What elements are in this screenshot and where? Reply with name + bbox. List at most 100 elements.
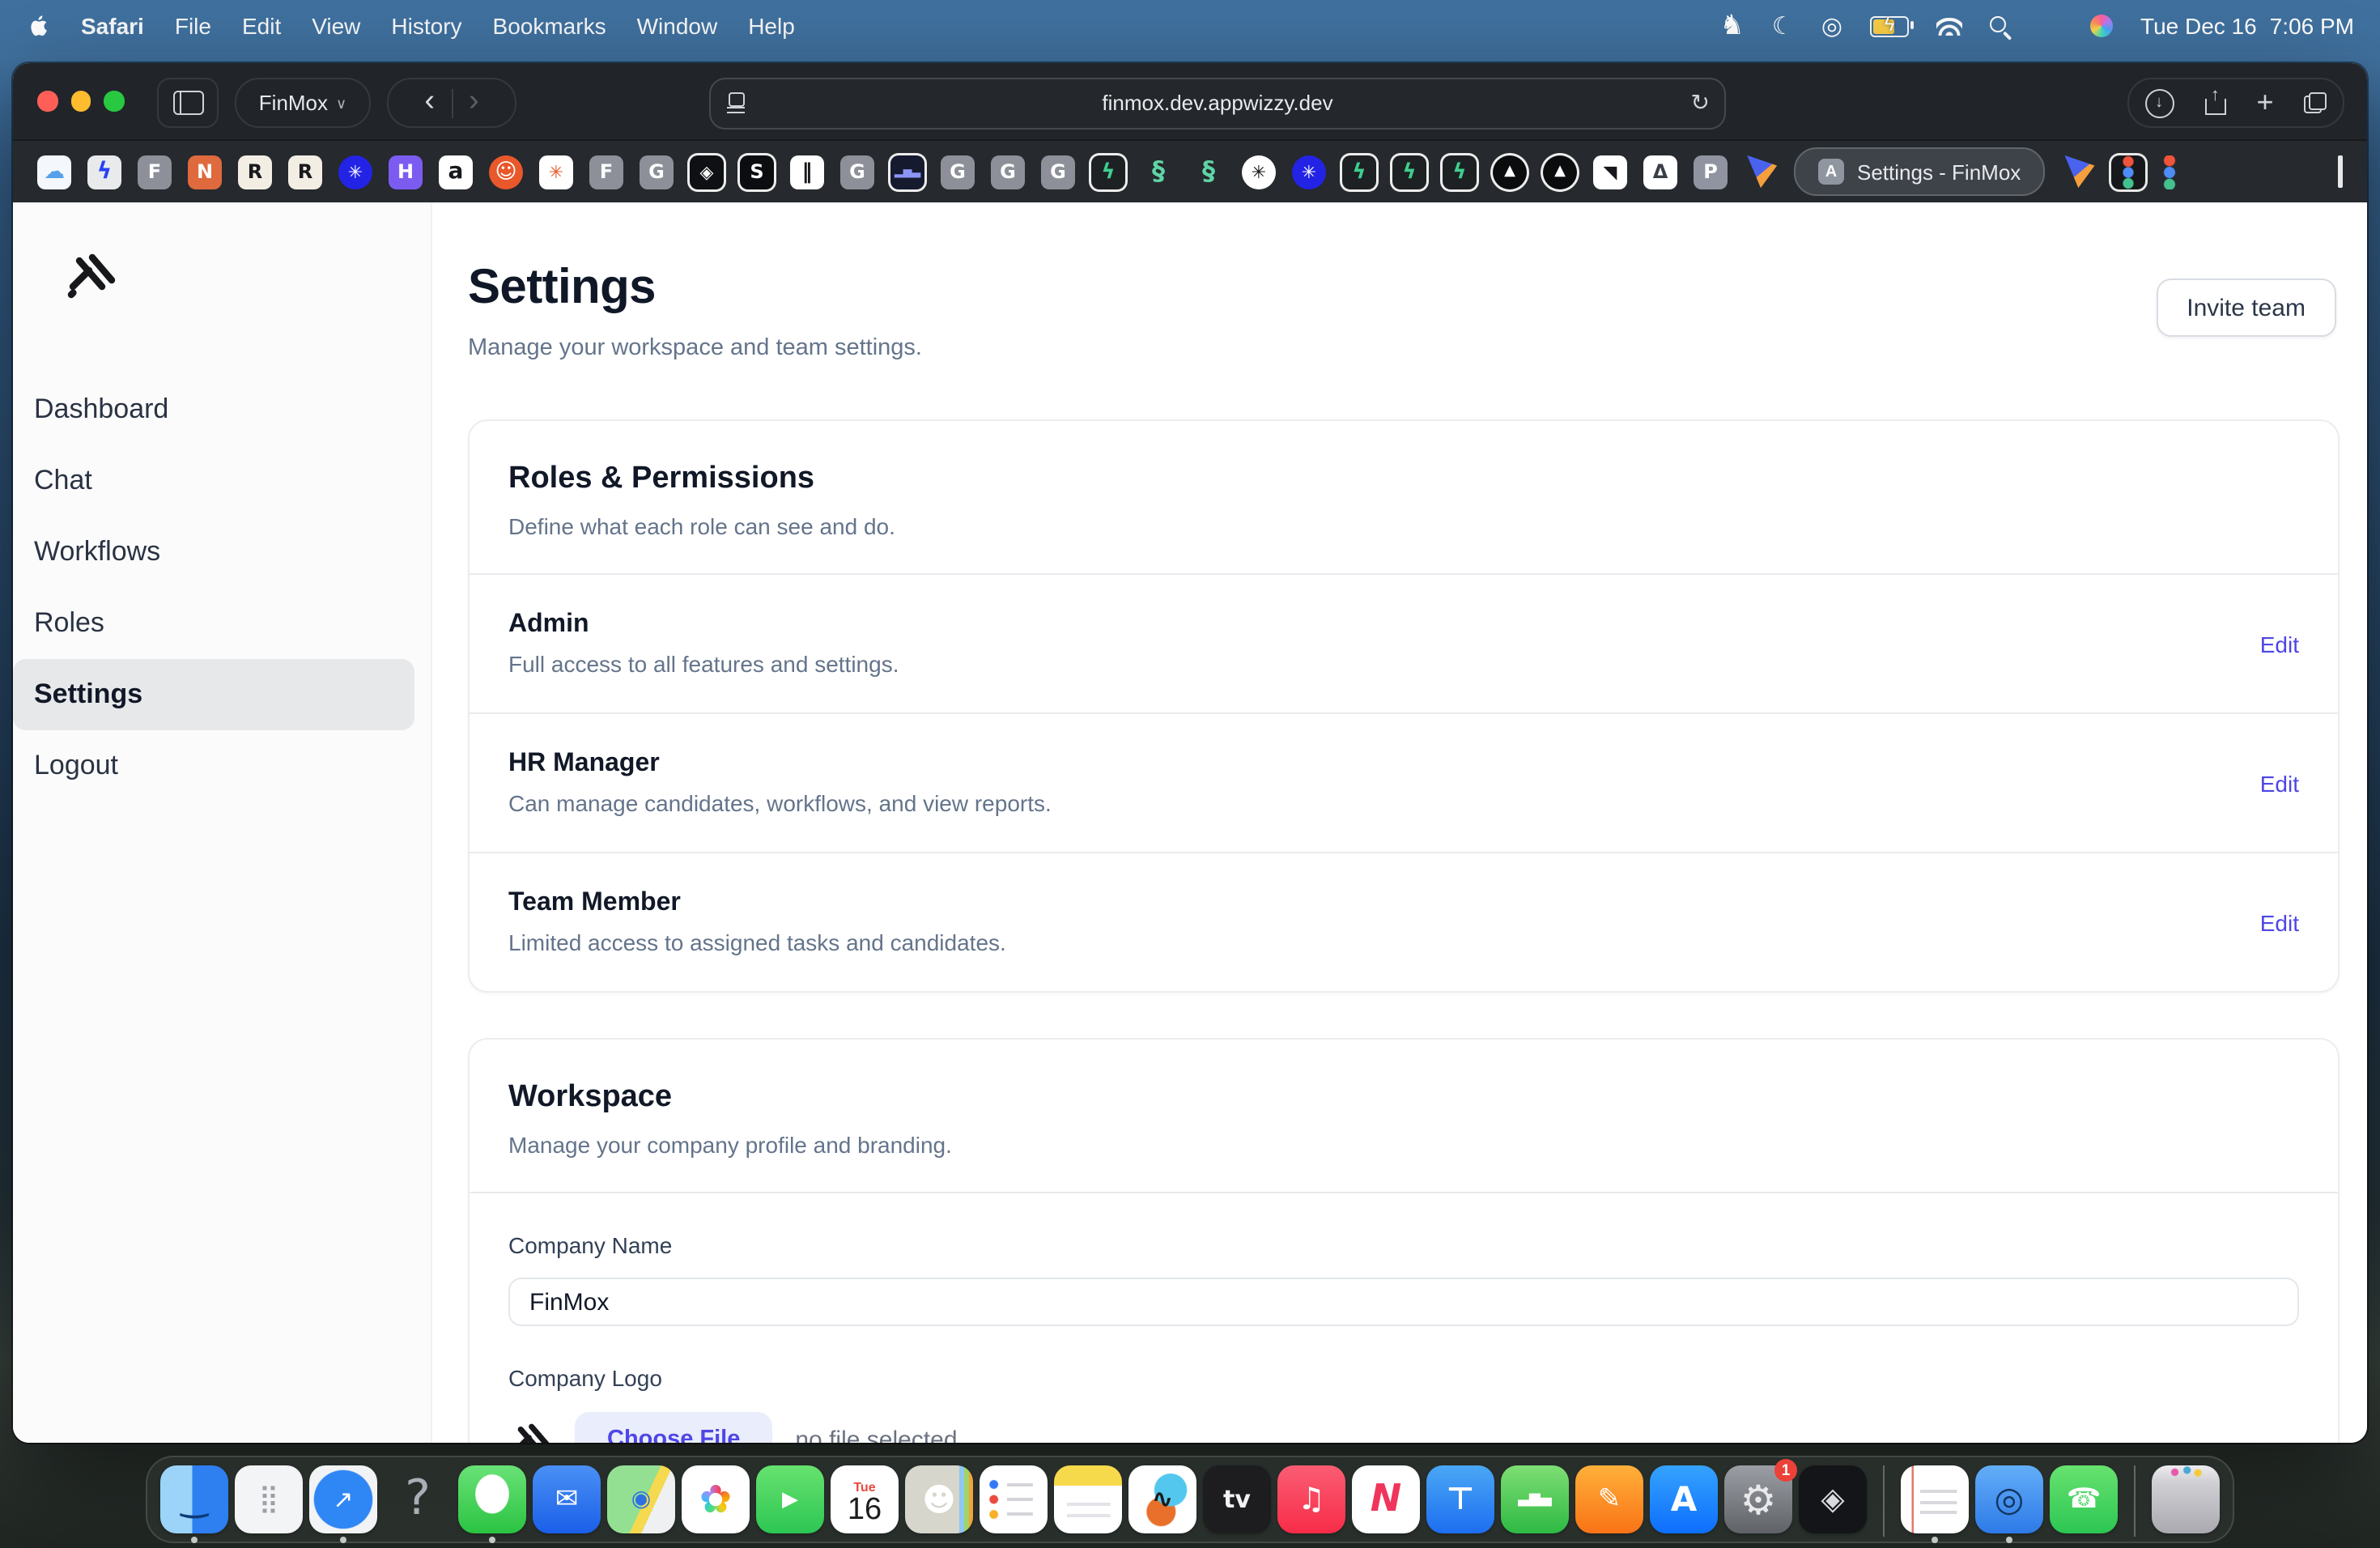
dock-news-icon[interactable]: N xyxy=(1352,1465,1420,1533)
airdrop-icon[interactable]: ◎ xyxy=(1821,11,1842,40)
bookmark-appwizzy-icon[interactable] xyxy=(1744,155,1778,189)
edit-role-link[interactable]: Edit xyxy=(2260,909,2299,935)
menu-item-file[interactable]: File xyxy=(175,13,211,39)
bookmark-f-gray-icon[interactable]: F xyxy=(589,155,623,189)
bookmark-g-gray-icon[interactable]: G xyxy=(640,155,674,189)
page-settings-icon[interactable] xyxy=(727,92,745,113)
reload-icon[interactable]: ↻ xyxy=(1691,89,1710,117)
dock-numbers-icon[interactable]: ▃▆▄ xyxy=(1501,1465,1569,1533)
dock-keynote-icon[interactable]: ⊤ xyxy=(1426,1465,1494,1533)
bookmark-chatgpt-green-icon[interactable]: § xyxy=(1192,155,1226,189)
bookmark-vercel-icon[interactable]: ▲ xyxy=(1543,155,1577,189)
dock-mail-icon[interactable]: ✉ xyxy=(533,1465,601,1533)
dock-freeform-icon[interactable]: ∿ xyxy=(1128,1465,1196,1533)
apple-menu-icon[interactable] xyxy=(26,12,50,40)
dock-photo-booth-icon[interactable]: ◎ xyxy=(1975,1465,2043,1533)
bookmark-chatgpt-green-icon[interactable]: § xyxy=(1141,155,1175,189)
clipped-bookmark-icon[interactable] xyxy=(2338,155,2343,188)
bookmark-sailboat-icon[interactable]: Δ xyxy=(1643,155,1677,189)
bookmark-figma-icon[interactable] xyxy=(2111,155,2145,189)
bookmark-openai-blue-icon[interactable]: ✳ xyxy=(338,155,372,189)
dock-maps-icon[interactable]: ◉ xyxy=(607,1465,675,1533)
bookmark-vercel-icon[interactable]: ▲ xyxy=(1493,155,1527,189)
downloads-button[interactable]: ↓ xyxy=(2144,88,2174,117)
bookmark-openai-white-icon[interactable]: ✳ xyxy=(1242,155,1276,189)
dock-phone-icon[interactable]: ☎ xyxy=(2050,1465,2118,1533)
dock-contacts-icon[interactable]: ☻ xyxy=(905,1465,973,1533)
bookmark-r-cream-icon[interactable]: R xyxy=(288,155,322,189)
dock-pages-icon[interactable]: ✎ xyxy=(1575,1465,1643,1533)
bookmark-supabase-icon[interactable]: ϟ xyxy=(1342,155,1376,189)
edit-role-link[interactable]: Edit xyxy=(2260,770,2299,796)
sidebar-item-dashboard[interactable]: Dashboard xyxy=(13,374,414,445)
dock-finder-icon[interactable]: ‿ xyxy=(160,1465,228,1533)
dock-apple-tv-icon[interactable]: tv xyxy=(1203,1465,1271,1533)
dock-photos-icon[interactable]: ✿ xyxy=(682,1465,750,1533)
control-center-icon[interactable] xyxy=(2038,16,2063,36)
bookmark-g-gray-icon[interactable]: G xyxy=(1041,155,1075,189)
menu-item-view[interactable]: View xyxy=(312,13,360,39)
bookmark-supabase-icon[interactable]: ϟ xyxy=(1091,155,1125,189)
dock-prism-app-icon[interactable]: ◈ xyxy=(1799,1465,1867,1533)
bookmark-bolt-app-icon[interactable]: ϟ xyxy=(87,155,121,189)
dock-notes-icon[interactable] xyxy=(1054,1465,1122,1533)
bookmark-p-gray-icon[interactable]: P xyxy=(1694,155,1728,189)
new-tab-button[interactable]: + xyxy=(2257,86,2274,120)
bookmark-g-gray-icon[interactable]: G xyxy=(991,155,1025,189)
tab-overview-button[interactable] xyxy=(2305,92,2327,113)
sidebar-item-chat[interactable]: Chat xyxy=(13,445,414,517)
forward-button[interactable]: › xyxy=(453,86,479,120)
menu-item-bookmarks[interactable]: Bookmarks xyxy=(493,13,606,39)
dock-missing-app-icon[interactable]: ? xyxy=(384,1465,452,1533)
siri-icon[interactable] xyxy=(2090,15,2113,37)
dock-facetime-icon[interactable]: ▶ xyxy=(756,1465,824,1533)
company-name-input[interactable] xyxy=(508,1278,2299,1326)
bookmark-r-cream-icon[interactable]: R xyxy=(238,155,272,189)
bookmark-h-purple-icon[interactable]: H xyxy=(389,155,423,189)
bookmark-openai-blue-icon[interactable]: ✳ xyxy=(1292,155,1326,189)
dock-reminders-icon[interactable] xyxy=(980,1465,1048,1533)
bookmark-namecheap-icon[interactable]: N xyxy=(188,155,222,189)
bookmark-equalizer-icon[interactable]: ▂▅▃ xyxy=(890,155,924,189)
dock-calendar-icon[interactable]: Tue16 xyxy=(831,1465,899,1533)
close-window-button[interactable] xyxy=(37,91,57,111)
edit-role-link[interactable]: Edit xyxy=(2260,631,2299,657)
bookmark-hubspot-icon[interactable]: ✳ xyxy=(539,155,573,189)
focus-moon-icon[interactable]: ☾ xyxy=(1772,11,1794,40)
bookmark-amazon-icon[interactable]: a xyxy=(439,155,473,189)
address-bar[interactable]: finmox.dev.appwizzy.dev ↻ xyxy=(709,77,1726,129)
minimize-window-button[interactable] xyxy=(70,91,91,111)
back-button[interactable]: ‹ xyxy=(424,86,451,120)
bookmark-cloud-app-icon[interactable]: ☁ xyxy=(37,155,71,189)
menu-item-safari[interactable]: Safari xyxy=(81,13,144,39)
bookmark-g-gray-icon[interactable]: G xyxy=(941,155,975,189)
spotlight-search-icon[interactable] xyxy=(1990,15,2011,36)
dock-launchpad-icon[interactable]: ⣿ xyxy=(235,1465,303,1533)
dock-trash-icon[interactable] xyxy=(2152,1465,2220,1533)
bookmark-f-gray-icon[interactable]: F xyxy=(138,155,172,189)
bookmark-s-black-icon[interactable]: S xyxy=(740,155,774,189)
dock-music-icon[interactable]: ♫ xyxy=(1277,1465,1345,1533)
bookmark-figma-icon[interactable] xyxy=(2161,155,2178,189)
menu-item-edit[interactable]: Edit xyxy=(242,13,281,39)
invite-team-button[interactable]: Invite team xyxy=(2156,279,2336,337)
menu-item-help[interactable]: Help xyxy=(748,13,795,39)
bookmark-pause-white-icon[interactable]: ‖ xyxy=(790,155,824,189)
bookmark-g-gray-icon[interactable]: G xyxy=(840,155,874,189)
dock-system-settings-icon[interactable]: ⚙1 xyxy=(1724,1465,1792,1533)
bookmark-supabase-icon[interactable]: ϟ xyxy=(1392,155,1426,189)
tab-group-dropdown[interactable]: FinMox ∨ xyxy=(235,78,371,128)
sidebar-item-logout[interactable]: Logout xyxy=(13,730,414,802)
bookmark-supabase-icon[interactable]: ϟ xyxy=(1443,155,1477,189)
bookmark-fin-app-icon[interactable]: ◥ xyxy=(1593,155,1627,189)
sidebar-item-settings[interactable]: Settings xyxy=(13,659,414,730)
active-tab-pill[interactable]: A Settings - FinMox xyxy=(1794,147,2045,196)
dock-messages-icon[interactable] xyxy=(458,1465,526,1533)
sidebar-item-roles[interactable]: Roles xyxy=(13,588,414,659)
zoom-window-button[interactable] xyxy=(104,91,124,111)
battery-charging-icon[interactable]: ϟ xyxy=(1870,15,1909,36)
bookmark-reddit-icon[interactable]: ☺ xyxy=(489,155,523,189)
dock-safari-icon[interactable]: ↗ xyxy=(309,1465,377,1533)
menu-item-window[interactable]: Window xyxy=(637,13,718,39)
wifi-icon[interactable] xyxy=(1936,17,1962,35)
